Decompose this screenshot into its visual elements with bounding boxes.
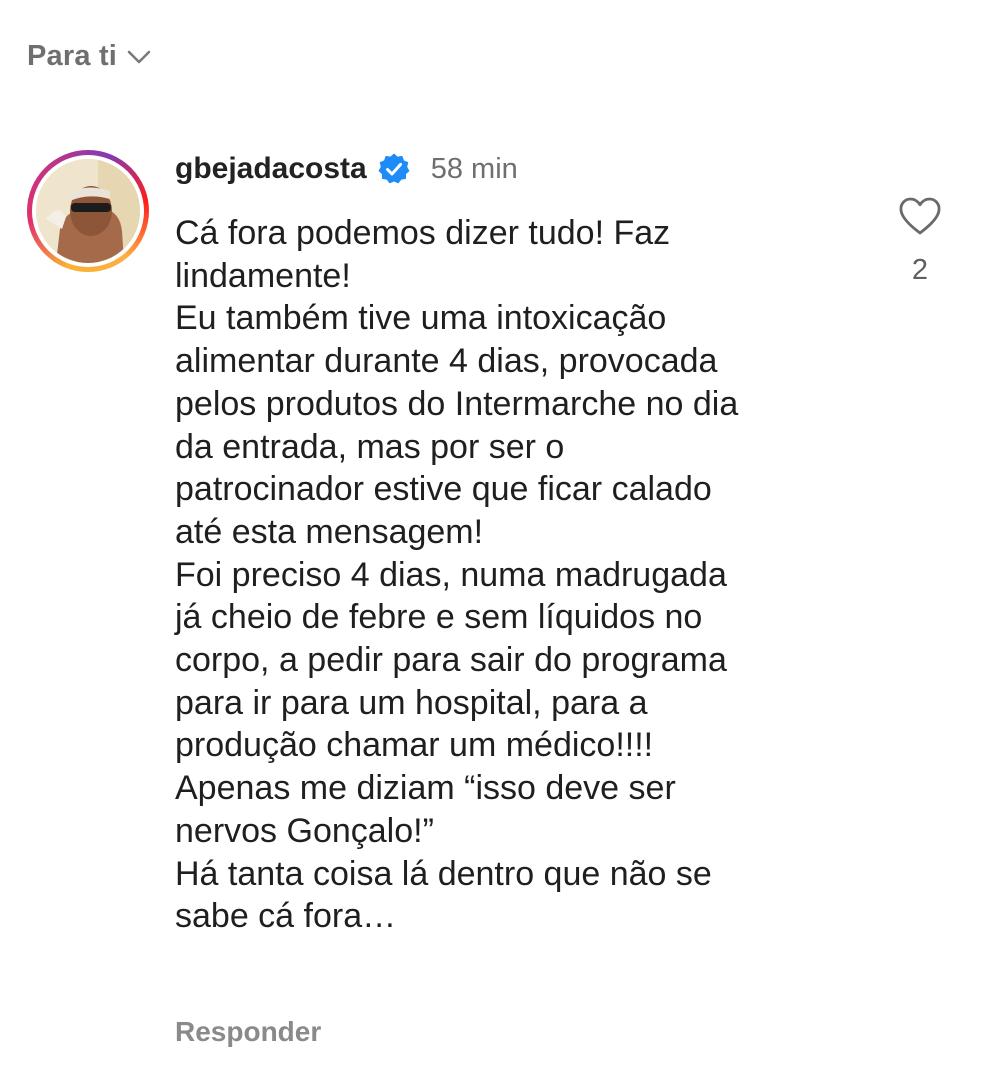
comment-line: Foi preciso 4 dias, numa madrugada: [175, 555, 727, 594]
comment-line: patrocinador estive que ficar calado: [175, 470, 712, 509]
comment-line: até esta mensagem!: [175, 512, 484, 551]
comment-line: Há tanta coisa lá dentro que não se: [175, 854, 712, 893]
comment-line: lindamente!: [175, 256, 351, 295]
comment-line: Eu também tive uma intoxicação: [175, 299, 667, 338]
comment-header: gbejadacosta 58 min: [175, 152, 518, 186]
like-section: 2: [893, 196, 947, 287]
comment-text: Cá fora podemos dizer tudo! Faz lindamen…: [175, 212, 855, 938]
avatar[interactable]: [27, 150, 149, 272]
comment-line: pelos produtos do Intermarche no dia: [175, 384, 739, 423]
avatar-border: [32, 155, 144, 267]
comment-line: sabe cá fora…: [175, 897, 397, 936]
comment-line: Apenas me diziam “isso deve ser: [175, 769, 676, 808]
comment-line: nervos Gonçalo!”: [175, 811, 434, 850]
comment-line: Cá fora podemos dizer tudo! Faz: [175, 214, 671, 252]
sort-dropdown[interactable]: Para ti: [27, 40, 151, 73]
comment-line: produção chamar um médico!!!!: [175, 726, 654, 765]
comment-time: 58 min: [430, 152, 518, 185]
sort-label: Para ti: [27, 40, 118, 72]
reply-button[interactable]: Responder: [175, 1016, 321, 1048]
comment-line: já cheio de febre e sem líquidos no: [175, 598, 703, 637]
comment-line: para ir para um hospital, para a: [175, 683, 648, 722]
comment-line: alimentar durante 4 dias, provocada: [175, 342, 718, 381]
comment-line: da entrada, mas por ser o: [175, 427, 565, 466]
chevron-down-icon: [127, 49, 151, 65]
verified-badge-icon: [377, 152, 411, 186]
heart-outline-icon[interactable]: [898, 196, 942, 236]
comment-line: corpo, a pedir para sair do programa: [175, 641, 727, 680]
profile-photo: [36, 159, 140, 263]
like-count: 2: [911, 254, 929, 286]
username[interactable]: gbejadacosta: [175, 152, 367, 186]
